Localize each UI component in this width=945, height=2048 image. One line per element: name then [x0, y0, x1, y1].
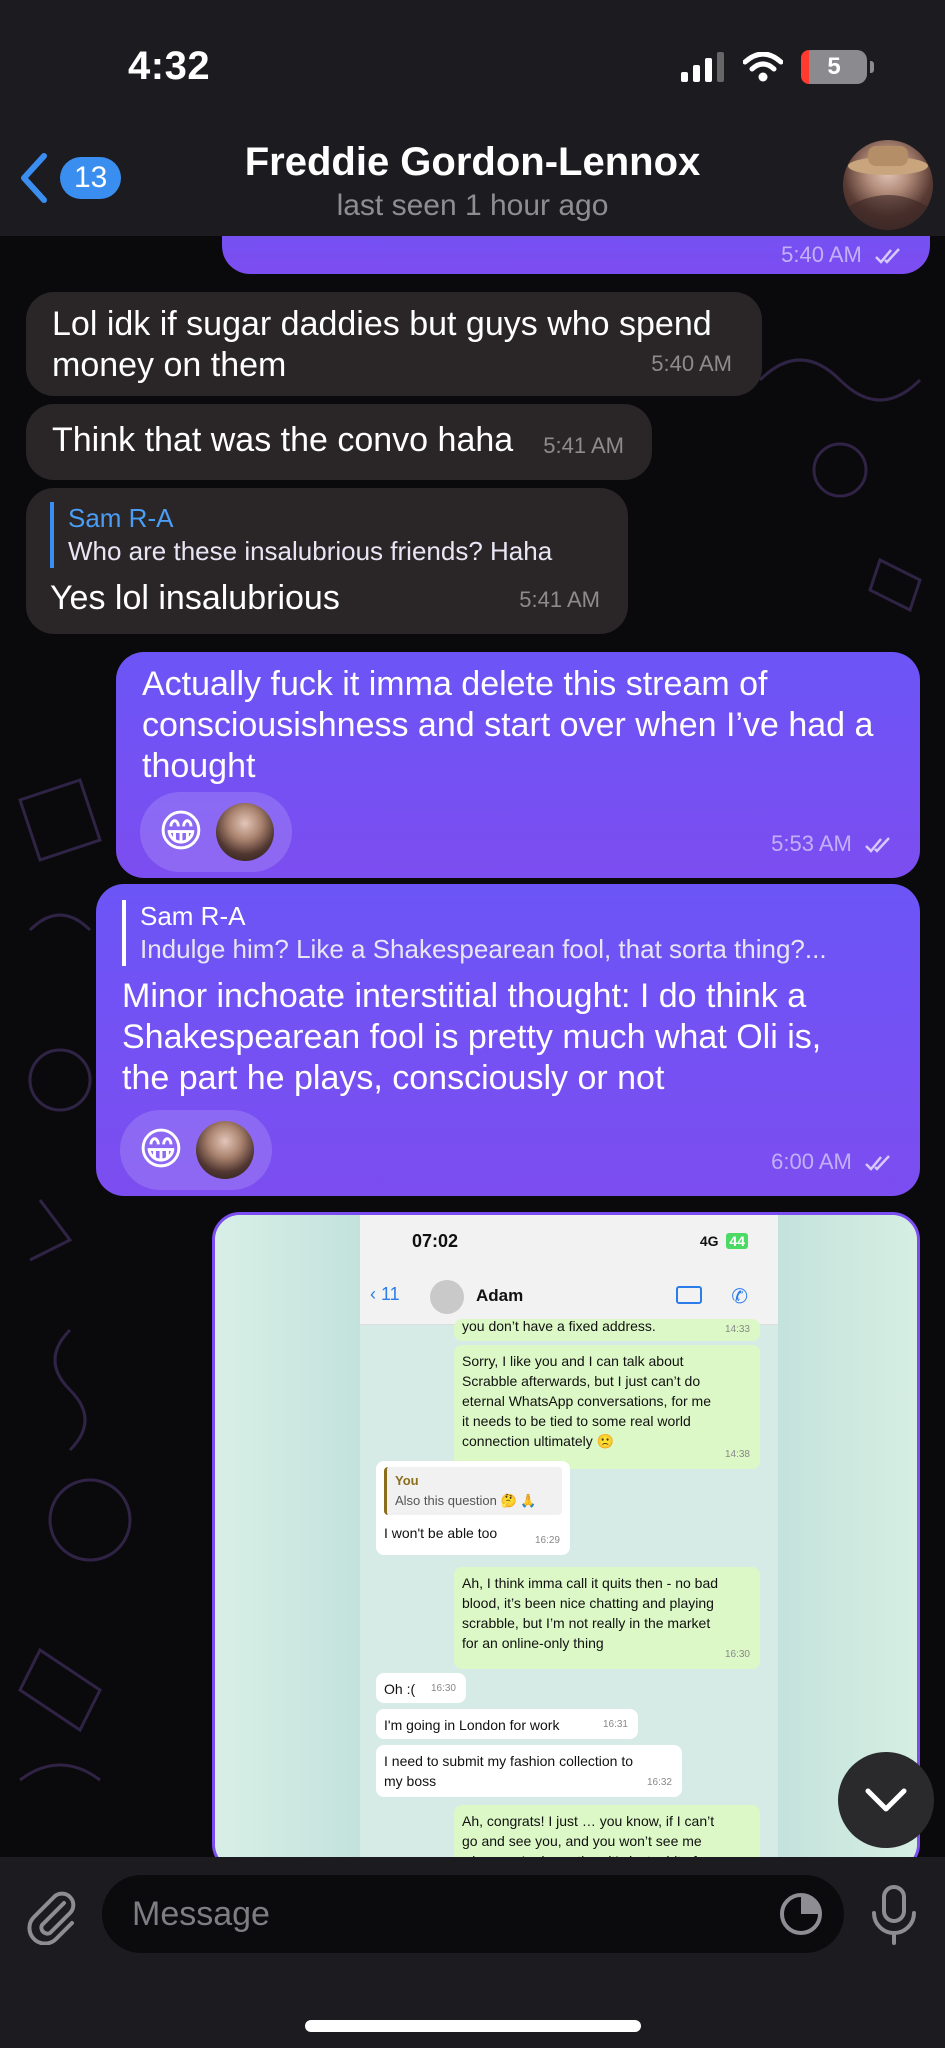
message-bubble-incoming-reply[interactable]: Sam R-A Who are these insalubrious frien… [26, 488, 628, 634]
signal-icon [681, 52, 724, 82]
read-ticks-icon [865, 1155, 890, 1172]
home-indicator [305, 2020, 641, 2032]
reply-preview[interactable]: Sam R-A Who are these insalubrious frien… [50, 502, 604, 568]
phone-icon: ✆ [731, 1286, 748, 1308]
message-bubble-incoming[interactable]: Think that was the convo haha 5:41 AM [26, 404, 652, 480]
status-time: 4:32 [128, 44, 211, 88]
screenshot-contact-name: Adam [476, 1286, 524, 1305]
message-bubble-outgoing[interactable]: Actually fuck it imma delete this stream… [116, 652, 920, 878]
message-time: 5:41 AM [543, 433, 624, 458]
message-text: Think that was the convo haha [52, 421, 514, 459]
reply-author: Sam R-A [140, 901, 246, 931]
sticker-icon[interactable] [778, 1891, 824, 1937]
message-bubble-outgoing-reply[interactable]: Sam R-A Indulge him? Like a Shakespearea… [96, 884, 920, 1196]
message-input[interactable] [132, 1875, 732, 1953]
wa-bubble-out: Ah, I think imma call it quits then - no… [454, 1567, 760, 1669]
image-blur-left [215, 1215, 361, 1869]
screenshot-back: ‹ 11 [370, 1284, 400, 1304]
wa-bubble-in: Oh :( 16:30 [376, 1673, 466, 1703]
screenshot-avatar [430, 1280, 464, 1314]
reaction-emoji: 😁 [158, 807, 204, 856]
composer-bar [0, 1857, 945, 2048]
message-text-line: Minor inchoate interstitial thought: I d… [122, 977, 807, 1015]
battery-indicator: 5 [801, 50, 874, 84]
message-time: 5:53 AM [771, 823, 892, 864]
reactions-pill[interactable]: 😁 [140, 792, 292, 872]
wa-bubble-out: Sorry, I like you and I can talk about Sc… [454, 1345, 760, 1469]
wifi-icon [743, 52, 783, 82]
read-ticks-icon [865, 837, 890, 854]
reaction-emoji: 😁 [138, 1125, 184, 1174]
message-text-line: money on them [52, 346, 287, 384]
screenshot-time: 07:02 [412, 1231, 459, 1251]
reply-author: Sam R-A [68, 503, 174, 533]
wa-bubble-in: I need to submit my fashion collection t… [376, 1745, 682, 1797]
status-icons: 5 [681, 50, 874, 84]
embedded-screenshot: 07:02 4G 44 ‹ 11 Adam ✆ you don’t have a… [360, 1215, 778, 1869]
scroll-to-bottom-button[interactable] [838, 1752, 934, 1848]
reply-preview[interactable]: Sam R-A Indulge him? Like a Shakespearea… [122, 900, 894, 966]
message-time: 5:40 AM [781, 234, 902, 275]
screenshot-nav-bar: ‹ 11 Adam ✆ [360, 1270, 778, 1325]
reactor-avatar [195, 1121, 254, 1179]
screenshot-status-bar: 07:02 4G 44 [360, 1215, 778, 1270]
wa-bubble-out-cut: you don’t have a fixed address. 14:33 [454, 1319, 760, 1341]
battery-level: 5 [827, 53, 841, 80]
microphone-icon[interactable] [866, 1883, 922, 1947]
message-time: 5:41 AM [519, 587, 600, 612]
screenshot-network: 4G 44 [700, 1233, 748, 1249]
screenshot-battery: 44 [726, 1233, 748, 1249]
contact-avatar[interactable] [843, 140, 933, 230]
reactions-pill[interactable]: 😁 [120, 1110, 272, 1190]
contact-name: Freddie Gordon-Lennox [244, 140, 701, 184]
message-text-line: consciousishness and start over when I’v… [142, 706, 874, 744]
message-time: 5:40 AM [651, 351, 732, 376]
chat-header: 4:32 5 13 Freddie Gordon-Lennox last see… [0, 0, 945, 236]
message-text-line: Lol idk if sugar daddies but guys who sp… [52, 305, 712, 343]
message-text-line: the part he plays, consciously or not [122, 1059, 665, 1097]
wa-bubble-in: I'm going in London for work 16:31 [376, 1709, 638, 1739]
reply-text: Who are these insalubrious friends? Haha [68, 536, 553, 566]
message-input-container [102, 1875, 844, 1953]
video-call-icon [676, 1286, 702, 1304]
chevron-down-icon [865, 1788, 907, 1812]
message-text-line: Actually fuck it imma delete this stream… [142, 665, 768, 703]
message-text-line: thought [142, 747, 256, 785]
message-time: 6:00 AM [771, 1141, 892, 1182]
reply-text: Indulge him? Like a Shakespearean fool, … [140, 934, 827, 964]
image-message[interactable]: 07:02 4G 44 ‹ 11 Adam ✆ you don’t have a… [212, 1212, 920, 1872]
read-ticks-icon [875, 248, 900, 265]
avatar-hat-icon [843, 146, 933, 230]
last-seen-status: last seen 1 hour ago [336, 189, 609, 222]
chat-title-area[interactable]: Freddie Gordon-Lennox last seen 1 hour a… [0, 140, 945, 223]
wa-bubble-in-reply: You Also this question 🤔 🙏 I won't be ab… [376, 1461, 570, 1555]
message-text-line: Shakespearean fool is pretty much what O… [122, 1018, 822, 1056]
message-bubble-incoming[interactable]: Lol idk if sugar daddies but guys who sp… [26, 292, 762, 396]
attachment-icon[interactable] [24, 1889, 80, 1945]
reactor-avatar [215, 803, 274, 861]
